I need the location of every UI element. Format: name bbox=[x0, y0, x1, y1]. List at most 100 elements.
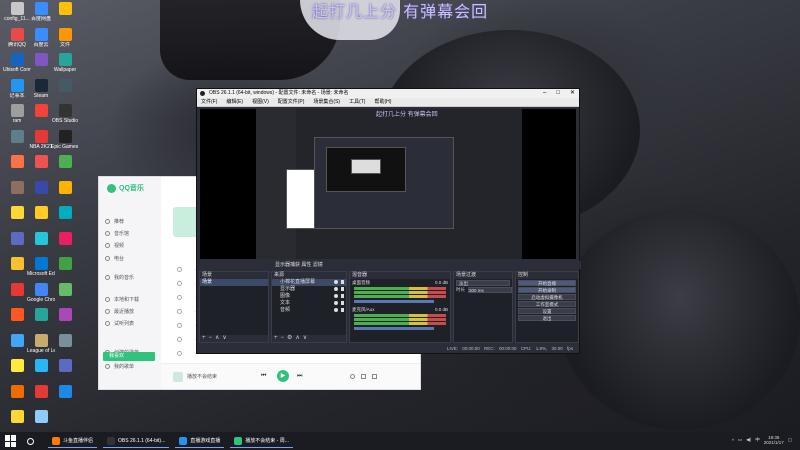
lock-icon[interactable] bbox=[341, 280, 344, 284]
obs-source-toolbar[interactable]: 显示器捕获 属性 滤镜 bbox=[197, 261, 581, 269]
eye-icon[interactable] bbox=[334, 301, 338, 305]
desktop-icon[interactable] bbox=[28, 53, 54, 79]
obs-menu-item[interactable]: 视图(V) bbox=[252, 98, 269, 106]
desktop-icon[interactable] bbox=[52, 206, 78, 232]
desktop-icon[interactable]: ram bbox=[4, 104, 30, 130]
desktop-icon[interactable] bbox=[52, 257, 78, 283]
taskbar-item[interactable]: OBS 26.1.1 (64-bit)... bbox=[103, 434, 170, 448]
desktop-icon[interactable] bbox=[52, 333, 78, 360]
desktop-icon[interactable] bbox=[52, 2, 78, 28]
source-item[interactable]: 显示器 bbox=[272, 286, 346, 293]
desktop-icon[interactable] bbox=[28, 231, 54, 258]
volume-icon[interactable]: ◀) bbox=[746, 437, 751, 443]
album-cover[interactable] bbox=[173, 372, 183, 382]
desktop-icon[interactable]: NBA 2K21 bbox=[28, 129, 54, 156]
volume-icon[interactable] bbox=[350, 374, 355, 379]
obs-control-button[interactable]: 开始录制 bbox=[518, 287, 576, 293]
windows-start-icon[interactable] bbox=[5, 435, 17, 447]
obs-menu-item[interactable]: 文件(F) bbox=[201, 98, 217, 106]
desktop-icon[interactable] bbox=[4, 231, 30, 258]
maximize-icon[interactable]: □ bbox=[556, 89, 560, 98]
desktop-icon[interactable] bbox=[4, 308, 30, 334]
notification-icon[interactable]: ▢ bbox=[788, 437, 792, 443]
volume-slider[interactable] bbox=[354, 327, 434, 330]
lock-icon[interactable] bbox=[341, 301, 344, 305]
eye-icon[interactable] bbox=[334, 294, 338, 298]
desktop-icon[interactable]: Steam bbox=[28, 78, 54, 105]
obs-menu-item[interactable]: 编辑(E) bbox=[226, 98, 243, 106]
next-icon[interactable]: ⏭ bbox=[297, 373, 302, 380]
search-icon[interactable] bbox=[27, 437, 34, 445]
desktop-icon[interactable] bbox=[52, 78, 78, 105]
lyrics-icon[interactable] bbox=[361, 374, 366, 379]
lock-icon[interactable] bbox=[341, 294, 344, 298]
qq-nav-item[interactable]: 视频 bbox=[105, 242, 124, 249]
qq-nav-item[interactable]: 电台 bbox=[105, 255, 124, 262]
desktop-icon[interactable]: Epic Games Launcher bbox=[51, 129, 79, 156]
desktop-icon[interactable] bbox=[4, 333, 30, 360]
obs-control-button[interactable]: 工作室模式 bbox=[518, 301, 576, 307]
obs-control-button[interactable]: 设置 bbox=[518, 308, 576, 314]
desktop-icon[interactable]: Google Chrome bbox=[27, 282, 55, 309]
scene-item[interactable]: 场景 bbox=[200, 279, 268, 286]
sources-footer[interactable]: +−⚙∧∨ bbox=[272, 335, 346, 342]
source-item[interactable]: 图像 bbox=[272, 293, 346, 300]
obs-menu-item[interactable]: 帮助(H) bbox=[374, 98, 391, 106]
obs-menu-item[interactable]: 场景集合(S) bbox=[313, 98, 340, 106]
desktop-icon[interactable]: 腾讯QQ bbox=[4, 27, 30, 54]
desktop-icon[interactable] bbox=[4, 155, 30, 181]
desktop-icon[interactable] bbox=[52, 282, 78, 309]
desktop-icon[interactable]: League of Legends bbox=[27, 333, 55, 360]
desktop-icon[interactable] bbox=[52, 384, 78, 411]
eye-icon[interactable] bbox=[334, 287, 338, 291]
desktop-icon[interactable]: config_11... bbox=[4, 2, 30, 28]
qq-nav-item[interactable]: 试听列表 bbox=[105, 320, 134, 327]
desktop-icon[interactable] bbox=[28, 180, 54, 207]
ime-icon[interactable]: 中 bbox=[755, 437, 760, 443]
play-icon[interactable]: ▶ bbox=[277, 370, 289, 382]
source-item[interactable]: 音频 bbox=[272, 307, 346, 314]
desktop-icon[interactable]: Ubisoft Connect bbox=[3, 53, 31, 79]
taskbar-item[interactable]: 播放不会结束 - 周... bbox=[230, 434, 293, 448]
eye-icon[interactable] bbox=[334, 308, 338, 312]
qq-nav-item[interactable]: 推荐 bbox=[105, 218, 124, 225]
desktop-icon[interactable]: 记事本 bbox=[4, 78, 30, 105]
desktop-icon[interactable] bbox=[28, 206, 54, 232]
desktop-icon[interactable] bbox=[4, 359, 30, 385]
desktop-icon[interactable]: Microsoft Edge bbox=[27, 257, 55, 283]
qq-nav-item[interactable]: 音乐馆 bbox=[105, 230, 129, 237]
desktop-icon[interactable] bbox=[4, 257, 30, 283]
desktop-icon[interactable] bbox=[52, 180, 78, 207]
desktop-icon[interactable] bbox=[28, 155, 54, 181]
tray-chevron-icon[interactable]: ^ bbox=[732, 438, 734, 443]
transition-select[interactable]: 淡出 bbox=[456, 280, 510, 286]
desktop-icon[interactable] bbox=[28, 104, 54, 130]
eye-icon[interactable] bbox=[334, 280, 338, 284]
desktop-icon[interactable]: 文件 bbox=[52, 27, 78, 54]
lock-icon[interactable] bbox=[341, 308, 344, 312]
source-item[interactable]: 文本 bbox=[272, 300, 346, 307]
desktop-icon[interactable] bbox=[4, 282, 30, 309]
qq-nav-selected[interactable]: 我喜欢 bbox=[103, 352, 155, 361]
desktop-icon[interactable] bbox=[4, 206, 30, 232]
desktop-icon[interactable] bbox=[52, 231, 78, 258]
qq-nav-item[interactable]: 我的音乐 bbox=[105, 274, 134, 281]
qq-nav-item[interactable]: 最近播放 bbox=[105, 308, 134, 315]
volume-slider[interactable] bbox=[354, 300, 434, 303]
minimize-icon[interactable]: – bbox=[543, 89, 546, 98]
qq-nav-item[interactable]: 我的歌单 bbox=[105, 363, 134, 370]
obs-control-button[interactable]: 开始直播 bbox=[518, 280, 576, 286]
source-item[interactable]: 小棉花直播屏幕 bbox=[272, 279, 346, 286]
obs-menu-item[interactable]: 配置文件(P) bbox=[278, 98, 305, 106]
lock-icon[interactable] bbox=[341, 287, 344, 291]
obs-control-button[interactable]: 启动虚拟摄像机 bbox=[518, 294, 576, 300]
desktop-icon[interactable] bbox=[4, 384, 30, 411]
scenes-footer[interactable]: +−∧∨ bbox=[200, 335, 268, 342]
close-icon[interactable]: ✕ bbox=[570, 89, 575, 98]
obs-preview[interactable]: 起打几上分 有弹幕会回 bbox=[200, 109, 576, 259]
desktop-icon[interactable]: OBS Studio bbox=[52, 104, 78, 130]
taskbar-item[interactable]: 斗鱼直播伴侣 bbox=[48, 434, 98, 448]
obs-control-button[interactable]: 退出 bbox=[518, 315, 576, 321]
desktop-icon[interactable] bbox=[52, 359, 78, 385]
playlist-icon[interactable] bbox=[372, 374, 377, 379]
